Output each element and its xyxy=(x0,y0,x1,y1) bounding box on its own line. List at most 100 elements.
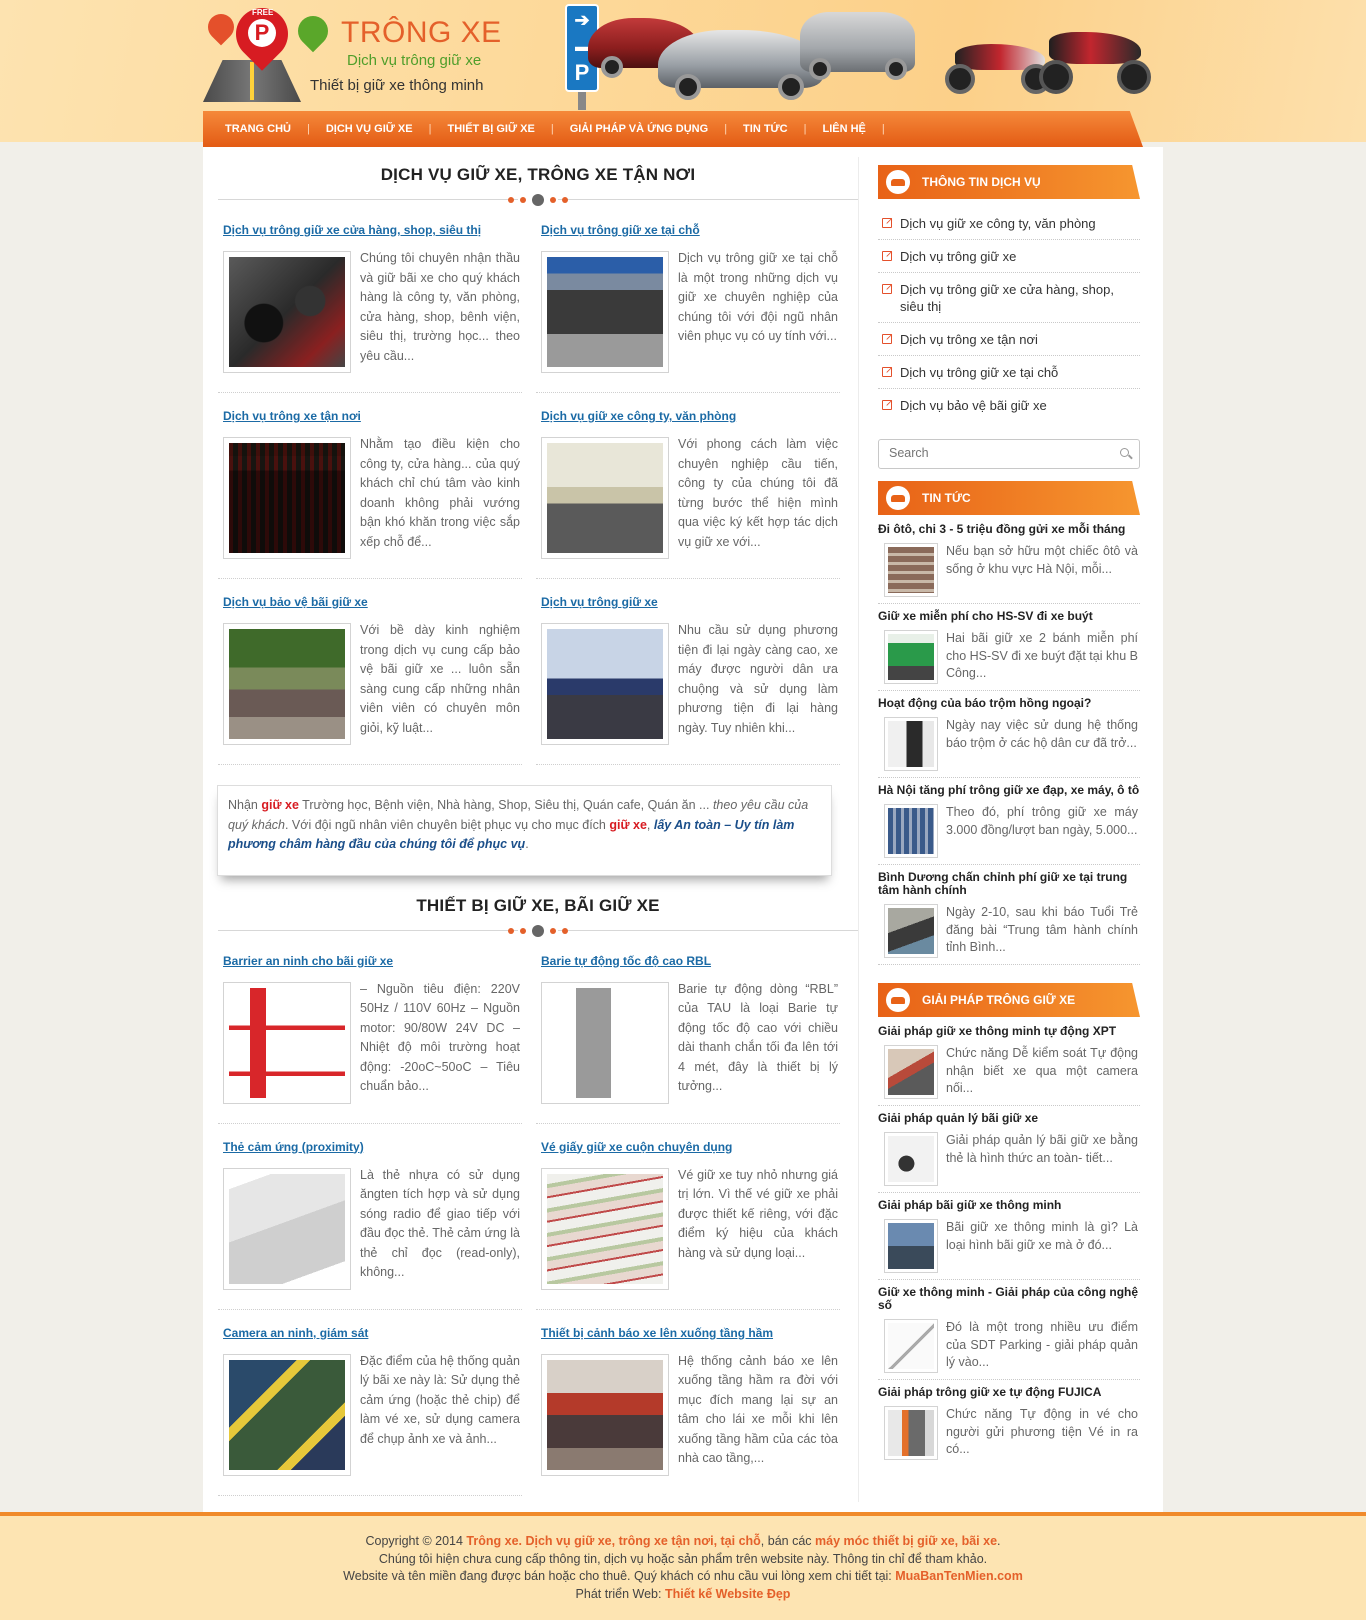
solution-thumbnail[interactable] xyxy=(884,1132,938,1186)
card-title-link[interactable]: Vé giấy giữ xe cuộn chuyên dụng xyxy=(541,1140,732,1154)
service-link-item[interactable]: Dịch vụ trông giữ xe cửa hàng, shop, siê… xyxy=(878,273,1140,323)
search-icon[interactable] xyxy=(1120,448,1129,457)
card-excerpt: Nhằm tạo điều kiện cho công ty, cửa hàng… xyxy=(360,437,520,549)
service-link-item[interactable]: Dịch vụ bảo vệ bãi giữ xe xyxy=(878,389,1140,421)
news-thumbnail[interactable] xyxy=(884,717,938,771)
card-title-link[interactable]: Barrier an ninh cho bãi giữ xe xyxy=(223,954,393,968)
sign-post xyxy=(578,92,586,110)
footer-link-equipment[interactable]: máy móc thiết bị giữ xe, bãi xe xyxy=(815,1534,997,1548)
card-thumbnail[interactable] xyxy=(541,1353,669,1476)
card-title-link[interactable]: Dịch vụ trông giữ xe tại chỗ xyxy=(541,223,700,237)
card-title-link[interactable]: Dịch vụ trông giữ xe cửa hàng, shop, siê… xyxy=(223,223,481,237)
footer-link-site[interactable]: Trông xe. Dịch vụ giữ xe, trông xe tận n… xyxy=(466,1534,760,1548)
card-thumbnail[interactable] xyxy=(541,981,669,1104)
solution-thumbnail[interactable] xyxy=(884,1219,938,1273)
footer-link-domain-sale[interactable]: MuaBanTenMien.com xyxy=(895,1569,1023,1583)
card-excerpt: Hệ thống cảnh báo xe lên xuống tầng hầm … xyxy=(678,1353,838,1466)
card-title-link[interactable]: Barie tự động tốc độ cao RBL xyxy=(541,954,711,968)
card-thumbnail[interactable] xyxy=(541,251,669,373)
solution-title-link[interactable]: Giải pháp giữ xe thông minh tự động XPT xyxy=(878,1025,1140,1038)
service-link-label: Dịch vụ trông xe tận nơi xyxy=(900,332,1038,347)
solution-thumbnail[interactable] xyxy=(884,1045,938,1099)
service-link-item[interactable]: Dịch vụ trông giữ xe tại chỗ xyxy=(878,356,1140,389)
footer-sale-notice: Website và tên miền đang được bán hoặc c… xyxy=(0,1568,1366,1586)
wheel-icon xyxy=(885,58,907,80)
quote-highlight: giữ xe xyxy=(261,798,299,812)
service-link-item[interactable]: Dịch vụ trông xe tận nơi xyxy=(878,323,1140,356)
news-thumbnail[interactable] xyxy=(884,904,938,958)
card-excerpt: Barie tự động dòng “RBL” của TAU là loại… xyxy=(678,981,838,1094)
card-thumbnail[interactable] xyxy=(541,1167,669,1290)
sidebar: THÔNG TIN DỊCH VỤ Dịch vụ giữ xe công ty… xyxy=(878,165,1148,1472)
service-link-item[interactable]: Dịch vụ giữ xe công ty, văn phòng xyxy=(878,207,1140,240)
solution-title-link[interactable]: Giữ xe thông minh - Giải pháp của công n… xyxy=(878,1286,1140,1312)
card-title-link[interactable]: Dịch vụ bảo vệ bãi giữ xe xyxy=(223,595,368,609)
solution-thumbnail[interactable] xyxy=(884,1406,938,1460)
equipment-card: Vé giấy giữ xe cuộn chuyên dụng Vé giữ x… xyxy=(536,1130,854,1316)
quote-text: . xyxy=(525,837,529,851)
card-title-link[interactable]: Dịch vụ giữ xe công ty, văn phòng xyxy=(541,409,736,423)
service-link-item[interactable]: Dịch vụ trông giữ xe xyxy=(878,240,1140,273)
card-title-link[interactable]: Thẻ cảm ứng (proximity) xyxy=(223,1140,364,1154)
wheel-icon xyxy=(675,74,701,100)
main-nav: TRANG CHỦ | DỊCH VỤ GIỮ XE | THIẾT BỊ GIỮ … xyxy=(203,111,1121,147)
free-tag: FREE xyxy=(252,8,274,17)
external-link-icon xyxy=(882,329,893,346)
motorbike-pin-icon xyxy=(291,9,335,53)
card-divider xyxy=(218,1494,522,1496)
solution-title-link[interactable]: Giải pháp bãi giữ xe thông minh xyxy=(878,1199,1140,1212)
news-title-link[interactable]: Bình Dương chấn chỉnh phí giữ xe tại tru… xyxy=(878,871,1140,897)
card-title-link[interactable]: Thiết bị cảnh báo xe lên xuống tầng hầm xyxy=(541,1326,773,1340)
widget-title: GIẢI PHÁP TRÔNG GIỮ XE xyxy=(922,993,1076,1007)
search-input[interactable] xyxy=(879,440,1109,466)
car-badge-icon xyxy=(886,170,910,194)
solution-title-link[interactable]: Giải pháp trông giữ xe tự động FUJICA xyxy=(878,1386,1140,1399)
card-divider xyxy=(536,764,840,765)
card-title-link[interactable]: Dịch vụ trông xe tận nơi xyxy=(223,409,361,423)
news-thumbnail[interactable] xyxy=(884,630,938,684)
footer-link-developer[interactable]: Thiết kế Website Đẹp xyxy=(665,1587,791,1601)
card-thumbnail[interactable] xyxy=(541,437,669,559)
solution-thumbnail[interactable] xyxy=(884,1319,938,1373)
card-thumbnail[interactable] xyxy=(541,623,669,745)
card-divider xyxy=(218,392,522,393)
news-excerpt: Theo đó, phí trông giữ xe máy 3.000 đồng… xyxy=(946,805,1138,837)
news-title-link[interactable]: Giữ xe miễn phí cho HS-SV đi xe buýt xyxy=(878,610,1140,623)
nav-item-solutions[interactable]: GIẢI PHÁP VÀ ỨNG DỤNG xyxy=(554,123,725,135)
service-card: Dịch vụ bảo vệ bãi giữ xe Với bề dày kin… xyxy=(218,585,536,771)
widget-title: THÔNG TIN DỊCH VỤ xyxy=(922,175,1041,189)
card-thumbnail[interactable] xyxy=(223,1167,351,1290)
card-thumbnail[interactable] xyxy=(223,1353,351,1476)
card-title-link[interactable]: Dịch vụ trông giữ xe xyxy=(541,595,658,609)
card-thumbnail[interactable] xyxy=(223,981,351,1104)
service-card: Dịch vụ trông giữ xe tại chỗ Dịch vụ trô… xyxy=(536,213,854,399)
equipment-card: Thiết bị cảnh báo xe lên xuống tầng hầm … xyxy=(536,1316,854,1502)
news-thumbnail[interactable] xyxy=(884,543,938,597)
quote-text: , xyxy=(646,817,654,832)
parking-p-icon: P xyxy=(248,19,276,47)
card-thumbnail[interactable] xyxy=(223,437,351,559)
nav-item-home[interactable]: TRANG CHỦ xyxy=(209,123,307,135)
nav-item-services[interactable]: DỊCH VỤ GIỮ XE xyxy=(310,123,429,135)
nav-item-news[interactable]: TIN TỨC xyxy=(727,123,804,135)
arrow-right-icon: ➔ xyxy=(574,10,590,30)
news-title-link[interactable]: Hà Nội tăng phí trông giữ xe đạp, xe máy… xyxy=(878,784,1140,797)
brand-subtitle: Dịch vụ trông giữ xe xyxy=(347,52,482,69)
news-thumbnail[interactable] xyxy=(884,804,938,858)
brand-title[interactable]: TRÔNG XE xyxy=(341,16,502,50)
services-grid: Dịch vụ trông giữ xe cửa hàng, shop, siê… xyxy=(218,213,858,771)
card-title-link[interactable]: Camera an ninh, giám sát xyxy=(223,1326,368,1340)
card-excerpt: Là thẻ nhựa có sử dụng ăngten tích hợp v… xyxy=(360,1167,520,1280)
solution-title-link[interactable]: Giải pháp quản lý bãi giữ xe xyxy=(878,1112,1140,1125)
nav-item-contact[interactable]: LIÊN HỆ xyxy=(806,123,881,135)
news-item: Bình Dương chấn chỉnh phí giữ xe tại tru… xyxy=(878,871,1140,965)
services-section-title: DỊCH VỤ GIỮ XE, TRÔNG XE TẬN NƠI xyxy=(380,165,696,184)
nav-item-equipment[interactable]: THIẾT BỊ GIỮ XE xyxy=(431,123,550,135)
car-badge-icon xyxy=(886,988,910,1012)
card-thumbnail[interactable] xyxy=(223,251,351,373)
news-title-link[interactable]: Đi ôtô, chi 3 - 5 triệu đồng gửi xe mỗi … xyxy=(878,523,1140,536)
news-title-link[interactable]: Hoạt động của báo trộm hồng ngoại? xyxy=(878,697,1140,710)
news-excerpt: Hai bãi giữ xe 2 bánh miễn phí cho HS-SV… xyxy=(946,631,1138,680)
intro-quote-box: Nhận giữ xe Trường học, Bệnh viện, Nhà h… xyxy=(217,785,832,876)
card-thumbnail[interactable] xyxy=(223,623,351,745)
